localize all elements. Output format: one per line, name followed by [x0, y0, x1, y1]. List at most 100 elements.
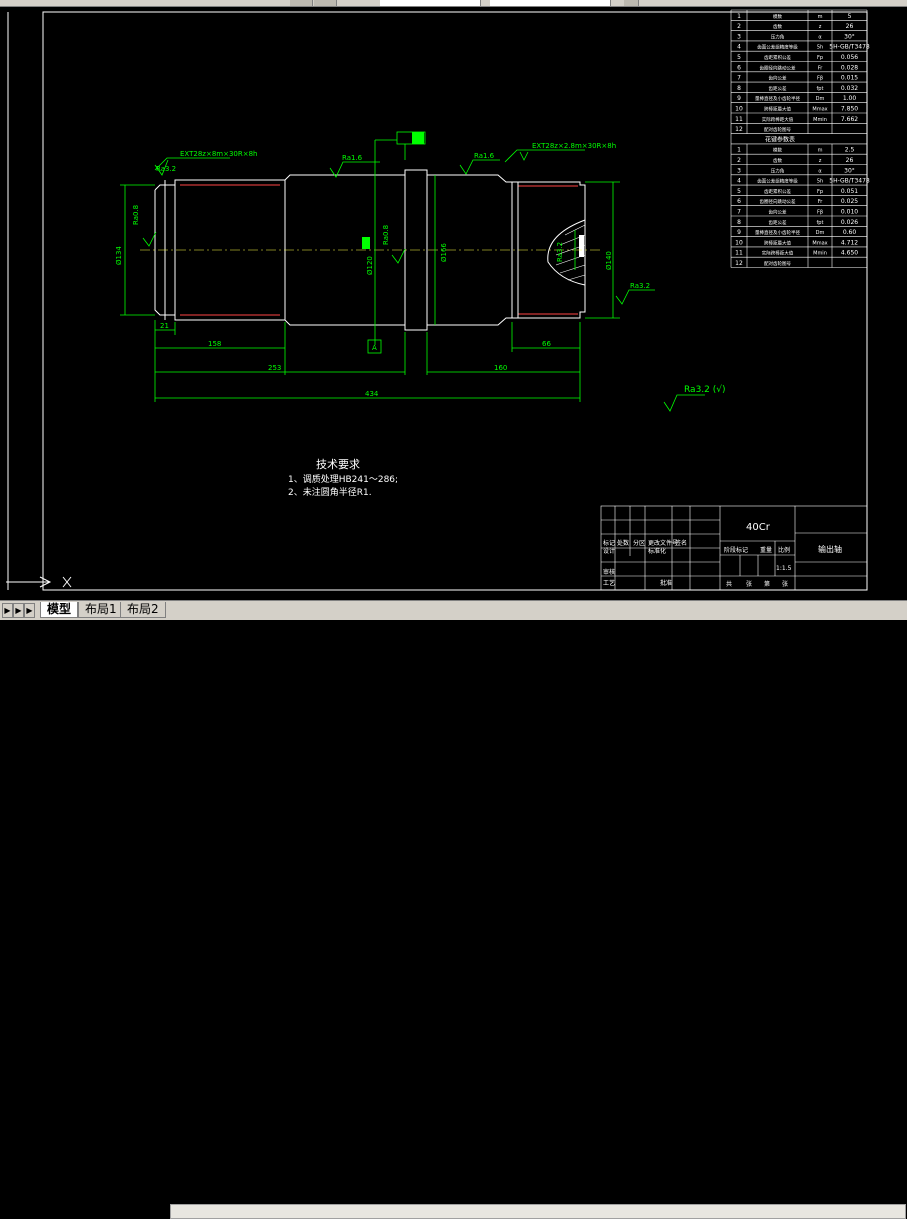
- gear-parameter-table: 1 模数 m 5 2 齿数 z 26 3 压力角 α 30° 4 齿面公差组精度等级 5h 5H-GB/T34…: [730, 9, 870, 268]
- table-cell-symbol: 5h: [817, 179, 823, 185]
- roughness-label: Ra3.2: [156, 165, 176, 173]
- title-cell: 标记: [603, 539, 615, 547]
- table-cell-value: 0.051: [841, 188, 858, 195]
- horizontal-scrollbar[interactable]: [170, 1204, 906, 1219]
- table-cell-value: 7.850: [841, 106, 858, 113]
- table-cell-param: 齿向公差: [769, 209, 787, 216]
- title-cell: 更改文件号: [648, 539, 678, 547]
- tab-next-button[interactable]: ▶: [24, 603, 35, 618]
- table-cell-symbol: m: [818, 148, 823, 154]
- table-cell-symbol: Fp: [817, 55, 823, 61]
- table-cell-symbol: z: [819, 24, 822, 30]
- drawing-canvas[interactable]: EXT28z×8m×30R×8h EXT28z×2.8m×30R×8h Ra3.…: [0, 6, 907, 600]
- tab-first-button[interactable]: ▶: [2, 603, 13, 618]
- table-cell-index: 3: [737, 33, 741, 40]
- table-cell-value: 26: [846, 157, 854, 164]
- title-cell: 第: [764, 580, 770, 588]
- table-cell-symbol: fpt: [817, 86, 824, 92]
- table-cell-value: 1.00: [843, 95, 857, 102]
- table-cell-param: 齿距公差: [769, 219, 787, 226]
- drawing-frame: [42, 11, 868, 591]
- dim-158: 158: [208, 340, 221, 348]
- table-cell-value: 4.712: [841, 239, 858, 246]
- diameter-134: Ø134: [115, 246, 123, 265]
- tech-note-2: 2、未注圆角半径R1.: [288, 486, 372, 498]
- table-cell-value: 0.60: [843, 229, 857, 236]
- table-cell-param: 配对齿轮图号: [764, 126, 791, 133]
- table-cell-value: 5: [848, 13, 852, 20]
- dim-434: 434: [365, 390, 379, 398]
- title-cell: 分区: [633, 539, 645, 547]
- table-cell-index: 7: [737, 209, 741, 216]
- roughness-label: Ra0.8: [382, 225, 390, 245]
- tab-layout1[interactable]: 布局1: [78, 602, 124, 618]
- table-cell-symbol: α: [818, 168, 822, 174]
- dim-21: 21: [160, 322, 169, 330]
- table-cell-symbol: Fβ: [817, 210, 823, 216]
- roughness-label: Ra3.2: [630, 282, 650, 290]
- diameter-120: Ø120: [366, 256, 374, 275]
- dimension-lines: [120, 131, 705, 412]
- table-cell-param: 配对齿轮图号: [764, 260, 791, 267]
- table-cell-index: 3: [737, 167, 741, 174]
- table-cell-param: 齿面公差组精度等级: [757, 178, 798, 185]
- table-cell-index: 5: [737, 188, 741, 195]
- table-cell-param: 跨棒距最大值: [764, 106, 791, 113]
- table-cell-index: 6: [737, 198, 741, 205]
- table-cell-param: 齿距累积公差: [764, 54, 791, 61]
- table-cell-symbol: Dm: [816, 96, 825, 102]
- tab-prev-button[interactable]: ▶: [13, 603, 24, 618]
- title-cell: 共: [726, 580, 732, 588]
- table-cell-value: 30°: [844, 33, 855, 40]
- table-cell-value: 4.650: [841, 250, 858, 257]
- table-cell-value: 0.056: [841, 54, 858, 61]
- table-cell-symbol: α: [818, 34, 822, 40]
- datum-label: A: [372, 344, 377, 352]
- roughness-label: Ra0.8: [132, 205, 140, 225]
- table-cell-index: 12: [735, 260, 743, 267]
- center-hole: [547, 219, 586, 286]
- dim-160: 160: [494, 364, 507, 372]
- table-cell-symbol: fpt: [817, 220, 824, 226]
- datum-marker: [362, 237, 370, 249]
- ucs-icon: [6, 576, 72, 588]
- table-cell-param: 齿数: [773, 23, 782, 30]
- table-cell-param: 跨棒距最大值: [764, 239, 791, 246]
- table-cell-symbol: Fβ: [817, 76, 823, 82]
- tech-requirements-title: 技术要求: [316, 458, 360, 471]
- table-cell-value: 2.5: [845, 147, 855, 154]
- table-cell-value: 0.010: [841, 209, 858, 216]
- table-cell-symbol: Mmax: [812, 107, 827, 113]
- table-cell-index: 8: [737, 219, 741, 226]
- table-cell-index: 2: [737, 23, 741, 30]
- layout-tab-bar: ▶ ▶ ▶ 模型 布局1 布局2: [0, 600, 907, 1219]
- title-cell: 张: [746, 580, 752, 588]
- table-cell-param: 齿距公差: [769, 85, 787, 92]
- diameter-140: Ø140: [605, 251, 613, 270]
- table-cell-param: 齿距累积公差: [764, 188, 791, 195]
- table-cell-param: 模数: [773, 147, 782, 154]
- tab-layout2[interactable]: 布局2: [120, 602, 166, 618]
- title-scale: 1:1.5: [776, 565, 792, 572]
- title-cell: 设计: [603, 547, 615, 555]
- table-cell-symbol: Fr: [818, 65, 824, 71]
- tolerance-frame-fill: [412, 132, 424, 144]
- table-cell-value: 0.028: [841, 64, 858, 71]
- title-cell: 张: [782, 580, 788, 588]
- table-cell-param: 压力角: [771, 33, 785, 40]
- title-part-name: 输出轴: [818, 544, 842, 554]
- table-cell-symbol: Fr: [818, 199, 824, 205]
- table-cell-index: 8: [737, 85, 741, 92]
- thread-label-right: EXT28z×2.8m×30R×8h: [532, 142, 616, 150]
- table-cell-value: 30°: [844, 167, 855, 174]
- tab-model[interactable]: 模型: [40, 602, 79, 618]
- table-cell-param: 齿圈径向跳动公差: [760, 64, 796, 71]
- table-cell-index: 10: [735, 239, 743, 246]
- table-cell-index: 1: [737, 13, 741, 20]
- table-cell-value: 5H-GB/T3478: [829, 178, 870, 185]
- table-cell-value: 5H-GB/T3478: [829, 44, 870, 51]
- table-cell-index: 4: [737, 44, 741, 51]
- table-cell-index: 11: [735, 250, 743, 257]
- table-cell-value: 0.032: [841, 85, 858, 92]
- table-cell-param: 实际跨棒距大值: [762, 116, 794, 123]
